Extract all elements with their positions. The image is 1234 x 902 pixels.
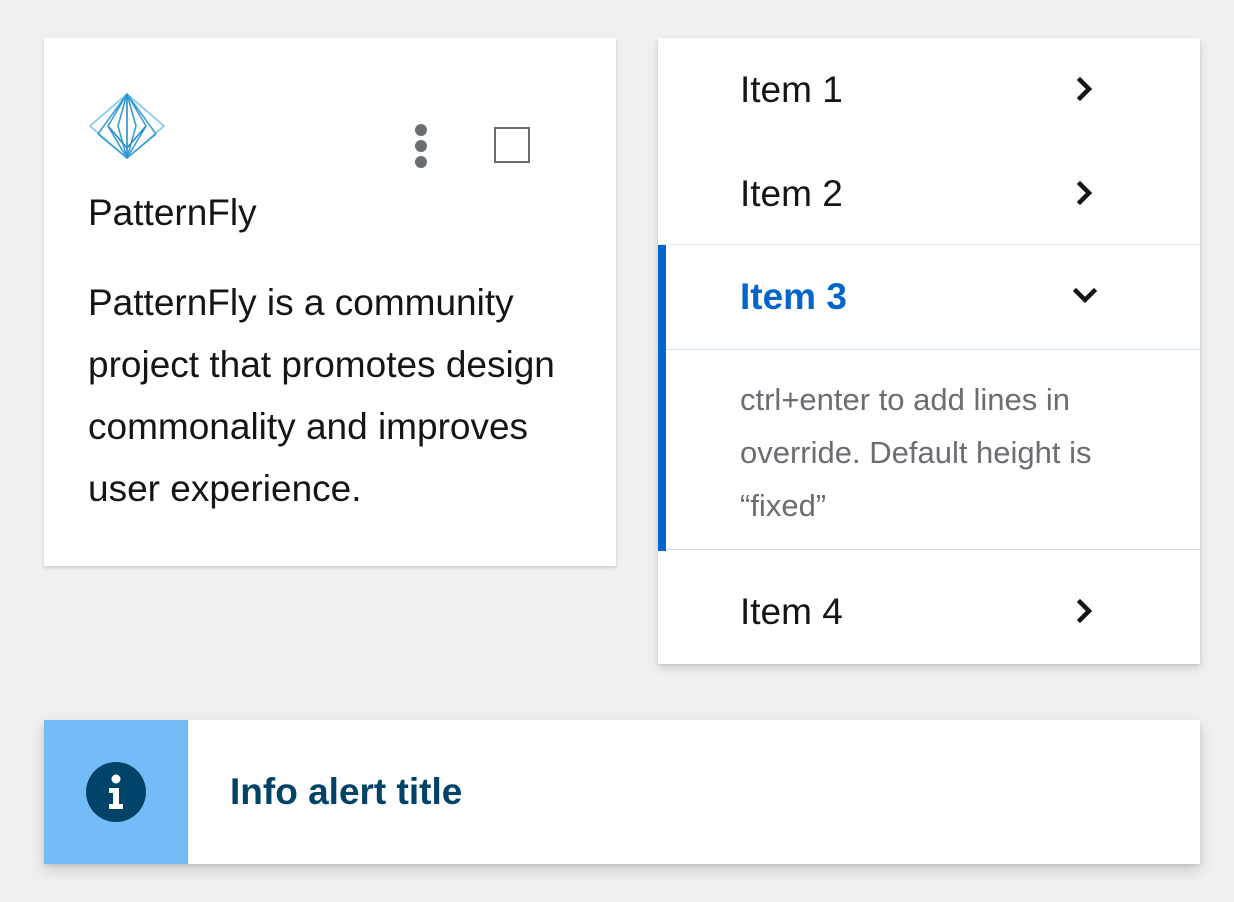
chevron-right-icon — [1076, 598, 1093, 624]
chevron-right-icon — [1076, 76, 1093, 102]
accordion-item-3[interactable]: Item 3 — [658, 245, 1200, 349]
info-alert: Info alert title — [44, 720, 1200, 864]
accordion-divider — [666, 349, 1200, 350]
chevron-down-icon — [1072, 287, 1098, 304]
accordion-expanded-section: Item 3 ctrl+enter to add lines in overri… — [658, 244, 1200, 551]
accordion-item-4[interactable]: Item 4 — [658, 560, 1200, 664]
accordion-item-label: Item 4 — [740, 591, 843, 632]
accordion-item-1[interactable]: Item 1 — [658, 38, 1200, 142]
card-select-checkbox[interactable] — [494, 127, 530, 163]
accordion-item-label: Item 1 — [740, 69, 843, 110]
card-body-text: PatternFly is a community project that p… — [88, 282, 555, 509]
chevron-right-icon — [1076, 180, 1093, 206]
accordion-item-2[interactable]: Item 2 — [658, 142, 1200, 246]
accordion: Item 1 Item 2 Item 3 ctrl+enter to add l… — [658, 38, 1200, 664]
alert-icon-container — [44, 720, 188, 864]
kebab-menu-icon[interactable] — [410, 124, 432, 168]
accordion-expanded-content: ctrl+enter to add lines in override. Def… — [740, 382, 1092, 523]
patternfly-card: PatternFly PatternFly is a community pro… — [44, 38, 616, 566]
card-title: PatternFly — [88, 192, 257, 233]
patternfly-logo-icon — [89, 93, 165, 159]
accordion-item-label: Item 3 — [740, 276, 847, 317]
info-circle-icon — [86, 762, 146, 822]
alert-title: Info alert title — [230, 771, 463, 812]
accordion-item-label: Item 2 — [740, 173, 843, 214]
